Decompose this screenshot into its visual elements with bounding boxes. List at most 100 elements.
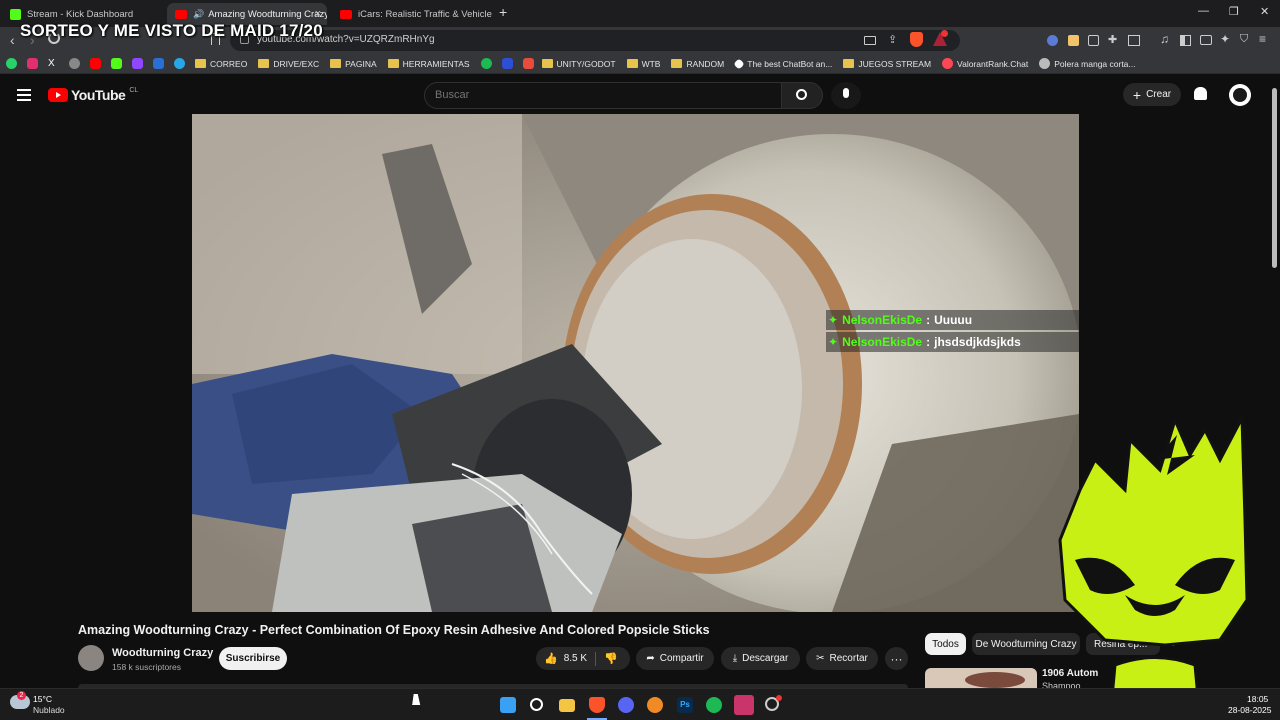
microphone-icon [843, 88, 849, 98]
brave-browser-icon[interactable] [589, 697, 605, 713]
extension-icon[interactable] [1068, 35, 1079, 46]
apple-icon[interactable] [69, 58, 80, 69]
video-title: Amazing Woodturning Crazy - Perfect Comb… [78, 623, 710, 637]
more-actions-icon[interactable]: ··· [885, 647, 908, 670]
share-icon[interactable]: ⇪ [888, 33, 897, 46]
chat-text: Uuuuu [934, 313, 973, 327]
kick-favicon-icon [10, 8, 21, 20]
search-button[interactable] [781, 82, 823, 109]
paypal-icon[interactable] [153, 58, 164, 69]
bookmark-folder-drive[interactable]: DRIVE/EXC [258, 59, 319, 69]
clock-date[interactable]: 28-08-2025 [1228, 705, 1271, 715]
dislike-icon[interactable]: 👎 [604, 652, 618, 665]
youtube-favicon-icon [340, 9, 352, 19]
tab-icars[interactable]: iCars: Realistic Traffic & Vehicle Anim [332, 3, 492, 25]
leo-ai-icon[interactable]: ✦ [1220, 32, 1230, 46]
share-button[interactable]: ➦ Compartir [636, 647, 714, 670]
subscriber-count: 158 k suscriptores [112, 662, 181, 672]
bookmark-folder-pagina[interactable]: PAGINA [330, 59, 377, 69]
kick-icon[interactable] [111, 58, 122, 69]
sidebar-icon[interactable] [1180, 35, 1191, 46]
close-window-button[interactable]: ✕ [1260, 5, 1269, 18]
twitch-icon[interactable] [132, 58, 143, 69]
weather-badge: 2 [17, 691, 26, 700]
bookmark-label: CORREO [210, 58, 248, 69]
channel-avatar[interactable] [78, 645, 104, 671]
download-button[interactable]: ⤓ Descargar [721, 647, 800, 670]
brave-shield-icon[interactable] [910, 32, 923, 47]
music-icon[interactable]: ♫ [1160, 32, 1169, 46]
back-arrow-icon[interactable]: ‹ [10, 32, 15, 48]
instagram-icon[interactable] [27, 58, 38, 69]
blender-icon[interactable] [647, 697, 663, 713]
bookmark-site-icon[interactable] [522, 58, 534, 69]
recommendation-thumbnail[interactable] [925, 668, 1037, 688]
tab-close-icon[interactable]: × [315, 8, 321, 20]
bookmark-folder-random[interactable]: RANDOM [671, 59, 724, 69]
youtube-logo[interactable]: YouTube CL [48, 87, 138, 103]
divider [595, 651, 597, 666]
maximize-button[interactable]: ❐ [1229, 5, 1239, 18]
cast-icon[interactable] [864, 36, 876, 45]
bookmark-valorantrank[interactable]: ValorantRank.Chat [942, 58, 1028, 69]
youtube-icon[interactable] [90, 58, 101, 69]
chip-todos[interactable]: Todos [925, 633, 966, 655]
hamburger-menu-icon[interactable] [17, 89, 31, 101]
chat-username: NelsonEkisDe [842, 313, 923, 327]
folder-icon [258, 59, 270, 68]
search-input[interactable] [435, 89, 735, 101]
windows-start-icon[interactable] [500, 697, 516, 713]
tab-label: iCars: Realistic Traffic & Vehicle Anim [358, 8, 492, 20]
telegram-icon[interactable] [174, 58, 185, 69]
clip-button[interactable]: ✂ Recortar [806, 647, 878, 670]
subscribe-button[interactable]: Suscribirse [219, 647, 287, 670]
taskbar-search-icon[interactable] [530, 698, 543, 711]
bookmark-polera[interactable]: Polera manga corta... [1039, 58, 1136, 69]
channel-name[interactable]: Woodturning Crazy [112, 647, 213, 659]
clock-time[interactable]: 18:05 [1247, 694, 1268, 704]
extension-icon[interactable] [1047, 35, 1058, 46]
streaming-app-icon[interactable] [734, 695, 754, 715]
voice-search-button[interactable] [831, 82, 861, 109]
search-icon [796, 89, 807, 100]
share-label: Compartir [659, 653, 704, 664]
vpn-icon[interactable]: ⛉ [1240, 33, 1248, 46]
bookmark-chatbot[interactable]: The best ChatBot an... [733, 57, 832, 70]
notifications-bell-icon[interactable] [1194, 87, 1207, 100]
video-player[interactable] [192, 114, 1079, 612]
create-button[interactable]: + Crear [1123, 83, 1181, 106]
new-tab-button[interactable]: + [499, 4, 507, 20]
bookmark-folder-herramientas[interactable]: HERRAMIENTAS [387, 59, 470, 69]
bookmark-folder-juegos[interactable]: JUEGOS STREAM [843, 59, 931, 69]
address-bar[interactable]: youtube.com/watch?v=UZQRZmRHnYg ⇪ [230, 30, 960, 51]
page-scrollbar[interactable] [1272, 88, 1277, 268]
wallet-icon[interactable] [1200, 35, 1212, 45]
download-label: Descargar [742, 653, 789, 664]
file-explorer-icon[interactable] [559, 699, 575, 712]
whatsapp-icon[interactable] [6, 58, 17, 69]
x-icon[interactable]: X [48, 58, 59, 69]
weather-description[interactable]: Nublado [33, 705, 65, 715]
photoshop-icon[interactable]: Ps [677, 697, 693, 713]
bookmark-label: DRIVE/EXC [273, 58, 320, 69]
menu-icon[interactable]: ≡ [1259, 32, 1266, 46]
like-count[interactable]: 8.5 K [564, 653, 587, 664]
folder-icon [626, 59, 638, 68]
minimize-button[interactable]: — [1198, 5, 1209, 17]
bookmark-site-icon[interactable] [501, 58, 513, 69]
discord-icon[interactable] [618, 697, 634, 713]
bookmark-label: JUEGOS STREAM [858, 58, 932, 69]
like-icon[interactable]: 👍 [544, 652, 558, 665]
puzzle-icon[interactable]: ✚ [1108, 33, 1117, 46]
avatar[interactable] [1229, 84, 1251, 106]
bookmark-site-icon[interactable] [480, 58, 492, 69]
extension-icon[interactable] [1088, 35, 1099, 46]
weather-temperature[interactable]: 15°C [33, 694, 52, 704]
tab-search-icon[interactable] [1128, 35, 1140, 46]
spotify-icon[interactable] [706, 697, 722, 713]
search-box[interactable] [424, 82, 782, 109]
notification-dot [776, 695, 782, 701]
bookmark-folder-wtb[interactable]: WTB [626, 59, 660, 69]
bookmark-folder-correo[interactable]: CORREO [195, 59, 247, 69]
bookmark-folder-unity[interactable]: UNITY/GODOT [541, 59, 616, 69]
